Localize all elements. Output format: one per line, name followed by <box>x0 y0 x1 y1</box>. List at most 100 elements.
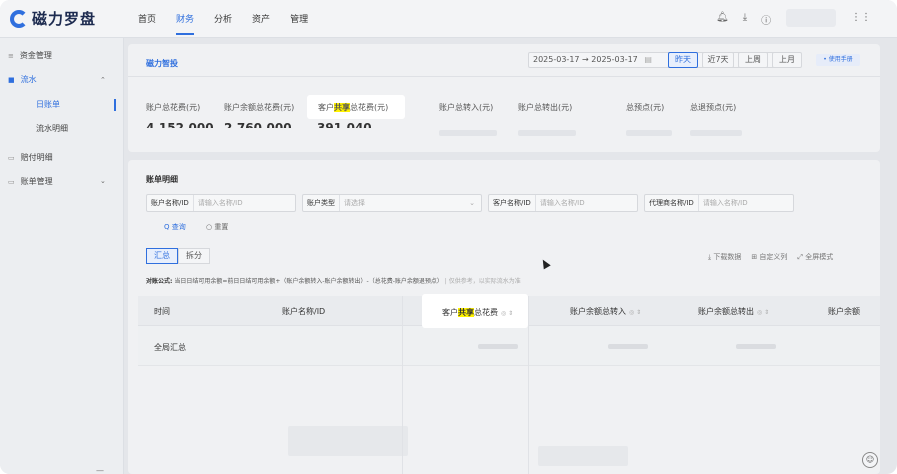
field-label: 账户名称/ID <box>147 195 194 211</box>
bell-icon[interactable]: 🔔︎ <box>716 12 729 27</box>
column-time[interactable]: 时间 <box>154 306 170 317</box>
field-placeholder: 请输入名称/ID <box>702 199 748 207</box>
nav-analysis[interactable]: 分析 <box>214 12 232 25</box>
sidebar-label: 账单管理 <box>20 177 53 186</box>
nav-management[interactable]: 管理 <box>290 12 308 25</box>
formula-text: 当日日结可用余额=前日日结可用余额+（账户余额转入-账户余额转出）-（总花费-账… <box>172 278 443 285</box>
blurred-cell <box>736 344 776 349</box>
summary-label: 全局汇总 <box>154 343 186 352</box>
blurred-cell <box>478 344 518 349</box>
field-placeholder: 请输入名称/ID <box>539 199 585 207</box>
calendar-icon: ▤ <box>644 55 652 64</box>
sidebar-label: 赔付明细 <box>20 153 53 162</box>
main-nav: 首页 财务 分析 资产 管理 <box>138 12 308 35</box>
metric-label: 总退预点(元) <box>690 103 737 112</box>
nav-finance[interactable]: 财务 <box>176 12 195 35</box>
agent-name-field[interactable]: 代理商名称/ID 请输入名称/ID <box>644 194 794 212</box>
fullscreen-button[interactable]: ⤢ 全屏模式 <box>797 252 833 262</box>
logo-text: 磁力罗盘 <box>32 10 97 28</box>
flow-icon: ■ <box>8 75 15 84</box>
date-7days-button[interactable]: 近7天 <box>702 52 734 68</box>
app-window: 磁力罗盘 首页 财务 分析 资产 管理 🔔︎ ⤓ ⓘ ⋮⋮ ≡ 资金管理 ■ 流… <box>0 0 897 474</box>
nav-home[interactable]: 首页 <box>138 12 156 25</box>
table-toolbar: ⤓ 下载数据 ⊞ 自定义列 ⤢ 全屏模式 <box>708 252 833 262</box>
download-data-button[interactable]: ⤓ 下载数据 <box>708 252 741 262</box>
manual-button[interactable]: • 使用手册 <box>816 54 860 66</box>
chevron-down-icon[interactable]: ⌄ <box>100 177 106 185</box>
divider <box>128 76 880 77</box>
date-lastweek-button[interactable]: 上周 <box>738 52 768 68</box>
sidebar-item-account-management[interactable]: ▭ 账单管理 <box>8 176 53 187</box>
metric-blurred-value <box>439 130 497 136</box>
overview-title: 磁力智投 <box>146 59 178 68</box>
customer-name-field[interactable]: 客户名称/ID 请输入名称/ID <box>488 194 638 212</box>
help-icon[interactable]: ⓘ <box>761 12 771 27</box>
blurred-block <box>288 426 408 456</box>
apps-icon[interactable]: ⋮⋮ <box>851 12 871 23</box>
blurred-cell <box>608 344 648 349</box>
highlight-shared-spend-column: 客户共享总花费 ◎ ⇕ <box>422 294 528 328</box>
nav-assets[interactable]: 资产 <box>252 12 270 25</box>
bill-icon: ▭ <box>8 177 15 186</box>
sidebar-item-compensation[interactable]: ▭ 赔付明细 <box>8 152 53 163</box>
sidebar-item-fund[interactable]: ≡ 资金管理 <box>8 50 52 61</box>
account-name-field[interactable]: 账户名称/ID 请输入名称/ID <box>146 194 296 212</box>
blurred-block <box>538 446 628 466</box>
account-type-select[interactable]: 账户类型 请选择 ⌄ <box>302 194 482 212</box>
top-actions: 🔔︎ ⤓ ⓘ <box>716 12 771 27</box>
download-icon[interactable]: ⤓ <box>743 12 747 27</box>
tab-summary[interactable]: 汇总 <box>146 248 178 264</box>
chevron-down-icon: ⌄ <box>469 199 475 207</box>
metric-label: 账户总转入(元) <box>439 103 494 112</box>
overview-card: 磁力智投 2025-03-17 → 2025-03-17 ▤ 昨天 近7天 上周… <box>128 44 880 152</box>
sidebar-item-flow[interactable]: ■ 流水 <box>8 74 37 85</box>
metric-value: 4,152.000 <box>146 122 214 128</box>
metric-label: 账户总转出(元) <box>518 103 573 112</box>
list-icon: ▭ <box>8 153 15 162</box>
metric-blurred-value <box>626 130 672 136</box>
column-balance-in[interactable]: 账户余额总转入 ◎ ⇕ <box>570 306 641 317</box>
metric-blurred-value <box>690 130 742 136</box>
wallet-icon: ≡ <box>8 51 14 60</box>
sidebar: ≡ 资金管理 ■ 流水 ⌃ 日账单 流水明细 ▭ 赔付明细 ▭ 账单管理 ⌄ — <box>0 38 124 474</box>
formula-note: | 仅供参考，以实际流水为准 <box>444 278 521 285</box>
reconciliation-formula: 对账公式: 当日日结可用余额=前日日结可用余额+（账户余额转入-账户余额转出）-… <box>146 276 626 285</box>
field-placeholder: 请选择 <box>344 199 365 207</box>
user-area[interactable] <box>786 9 836 27</box>
date-yesterday-button[interactable]: 昨天 <box>668 52 698 68</box>
chat-help-icon[interactable]: ☺ <box>862 452 878 468</box>
chevron-up-icon[interactable]: ⌃ <box>100 76 106 84</box>
collapse-icon[interactable]: — <box>96 466 104 474</box>
column-shared-spend[interactable]: 客户共享总花费 ◎ ⇕ <box>442 307 513 318</box>
column-balance[interactable]: 账户余额 <box>828 306 860 317</box>
field-placeholder: 请输入名称/ID <box>197 199 243 207</box>
top-bar: 磁力罗盘 首页 财务 分析 资产 管理 🔔︎ ⤓ ⓘ ⋮⋮ <box>0 0 897 38</box>
metric-value: 2,760.000 <box>224 122 292 128</box>
metric-label: 总预点(元) <box>626 103 665 112</box>
metric-label: 账户余额总花费(元) <box>224 103 295 112</box>
metric-label-shared: 客户共享总花费(元) <box>318 103 389 112</box>
sidebar-item-flow-detail[interactable]: 流水明细 <box>0 120 124 138</box>
reset-button[interactable]: ○ 重置 <box>206 222 228 232</box>
field-label: 账户类型 <box>303 195 340 211</box>
column-account-name[interactable]: 账户名称/ID <box>282 306 325 317</box>
table-row-summary: 全局汇总 <box>138 326 880 366</box>
logo-icon <box>10 9 28 28</box>
sidebar-label: 资金管理 <box>19 51 52 60</box>
column-divider <box>528 296 529 474</box>
column-divider <box>402 296 403 474</box>
column-balance-out[interactable]: 账户余额总转出 ◎ ⇕ <box>698 306 769 317</box>
date-lastmonth-button[interactable]: 上月 <box>772 52 802 68</box>
logo[interactable]: 磁力罗盘 <box>10 8 96 29</box>
highlight-shared-spend: 客户共享总花费(元) <box>307 95 405 119</box>
tab-split[interactable]: 拆分 <box>178 248 210 264</box>
detail-title: 账单明细 <box>146 175 178 184</box>
formula-label: 对账公式: <box>146 278 173 285</box>
sidebar-item-bill[interactable]: 日账单 <box>0 96 124 114</box>
date-range-text: 2025-03-17 → 2025-03-17 <box>533 55 638 64</box>
metric-blurred-value <box>518 130 576 136</box>
custom-columns-button[interactable]: ⊞ 自定义列 <box>751 252 787 262</box>
query-button[interactable]: Q 查询 <box>164 222 186 232</box>
field-label: 代理商名称/ID <box>645 195 699 211</box>
metric-value-shared: 391.040 <box>317 122 372 128</box>
